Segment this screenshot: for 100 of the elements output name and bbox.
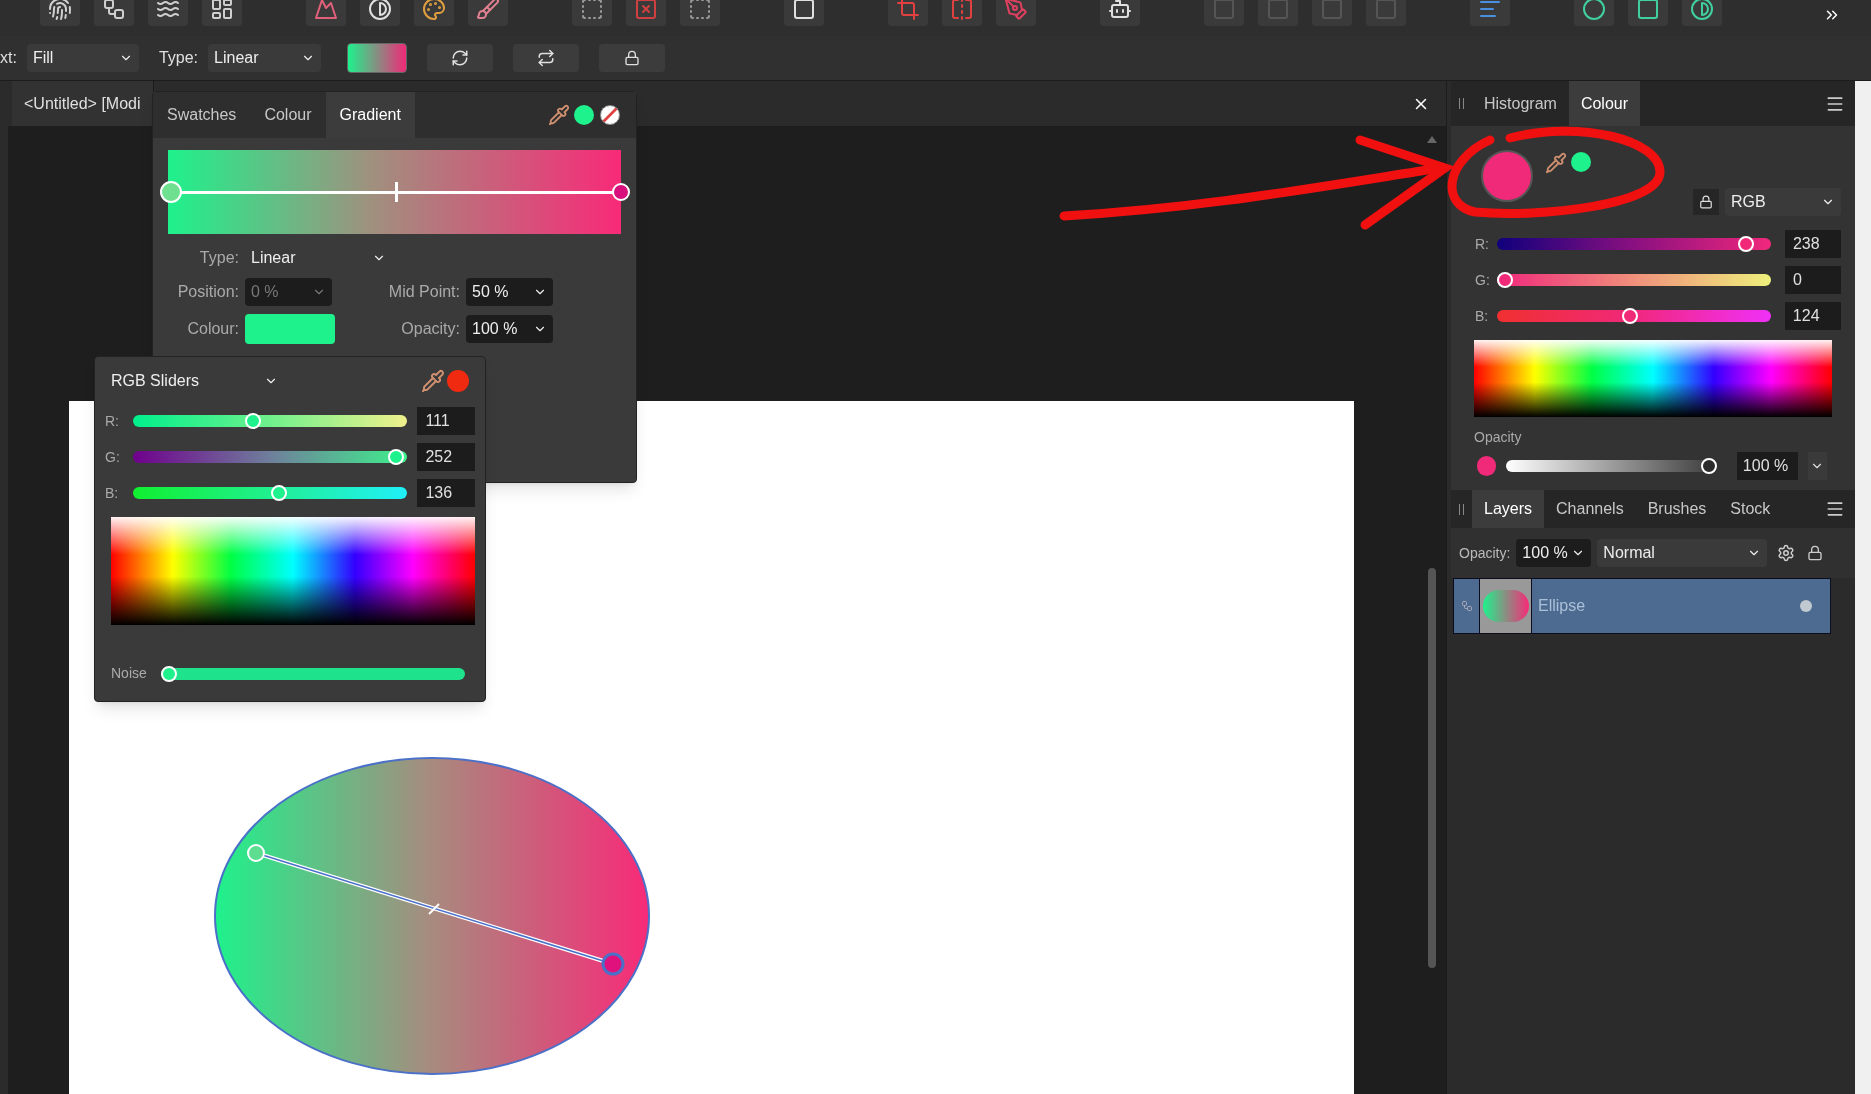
type-dropdown[interactable]: Linear bbox=[208, 44, 322, 72]
flip-icon bbox=[950, 0, 974, 21]
toolbar-button[interactable] bbox=[1682, 0, 1722, 26]
scroll-up-icon[interactable] bbox=[1427, 136, 1437, 143]
gradient-stop[interactable] bbox=[612, 183, 630, 201]
gradient-stop[interactable] bbox=[160, 181, 182, 203]
blend-mode-dropdown[interactable]: Normal bbox=[1597, 539, 1768, 567]
slider-thumb[interactable] bbox=[1622, 308, 1639, 324]
lock-button[interactable] bbox=[1693, 189, 1719, 215]
square-x-icon bbox=[634, 0, 658, 21]
toolbar-button[interactable] bbox=[468, 0, 508, 26]
panel-tab[interactable]: Gradient bbox=[325, 92, 415, 138]
channel-label: G: bbox=[105, 447, 121, 467]
toolbar-button[interactable] bbox=[360, 0, 400, 26]
colour-model-dropdown[interactable]: RGB bbox=[1725, 188, 1841, 216]
lock-icon bbox=[1699, 195, 1713, 209]
toolbar-button[interactable] bbox=[414, 0, 454, 26]
channel-value-field[interactable]: 136 bbox=[417, 479, 475, 507]
no-colour-icon[interactable] bbox=[600, 105, 620, 125]
toolbar-button[interactable] bbox=[148, 0, 188, 26]
pen-icon bbox=[1004, 0, 1028, 21]
primary-colour-swatch[interactable] bbox=[1481, 150, 1533, 202]
colour-spectrum[interactable] bbox=[111, 517, 475, 625]
rotate-icon bbox=[451, 49, 470, 67]
fill-dropdown[interactable]: Fill bbox=[26, 44, 139, 72]
eyedropper-icon[interactable] bbox=[1545, 152, 1567, 174]
toolbar-button[interactable] bbox=[1100, 0, 1140, 26]
panel-tab[interactable]: Stock bbox=[1718, 490, 1783, 528]
slider-thumb[interactable] bbox=[1700, 458, 1717, 474]
colour-spectrum[interactable] bbox=[1474, 340, 1832, 417]
colour-swatch[interactable] bbox=[245, 314, 335, 344]
midpoint-marker[interactable] bbox=[394, 182, 398, 202]
lock-icon bbox=[624, 50, 641, 66]
opacity-dropdown-button[interactable] bbox=[1807, 452, 1827, 480]
channel-value-field[interactable]: 124 bbox=[1784, 302, 1841, 330]
eyedropper-icon[interactable] bbox=[421, 369, 445, 393]
lock-icon[interactable] bbox=[1807, 545, 1824, 561]
toolbar-button[interactable] bbox=[572, 0, 612, 26]
noise-label: Noise bbox=[111, 664, 147, 683]
channel-value-field[interactable]: 111 bbox=[417, 407, 475, 435]
toolbar-button[interactable] bbox=[1574, 0, 1614, 26]
slider[interactable] bbox=[1506, 457, 1717, 475]
midpoint-label: Mid Point: bbox=[387, 282, 460, 302]
panel-grip-icon[interactable] bbox=[1459, 98, 1464, 109]
opacity-dropdown[interactable]: 100 % bbox=[466, 315, 553, 343]
layout-icon bbox=[210, 0, 234, 21]
panel-tab[interactable]: Channels bbox=[1544, 490, 1636, 528]
panel-tab[interactable]: Colour bbox=[250, 92, 326, 138]
slider[interactable] bbox=[160, 664, 465, 683]
toolbar-button[interactable] bbox=[427, 44, 494, 72]
slider-thumb[interactable] bbox=[1497, 272, 1513, 288]
toolbar-button[interactable] bbox=[599, 44, 666, 72]
channel-value-field[interactable]: 238 bbox=[1784, 230, 1841, 258]
toolbar-button[interactable] bbox=[1628, 0, 1668, 26]
brush-icon bbox=[476, 0, 500, 21]
gradient-swatch-button[interactable] bbox=[347, 43, 408, 73]
opacity-value-field[interactable]: 100 % bbox=[1736, 452, 1798, 480]
panel-grip-icon[interactable] bbox=[1459, 503, 1464, 515]
panel-tab[interactable]: Colour bbox=[1568, 81, 1641, 126]
channel-value-field[interactable]: 252 bbox=[417, 443, 475, 471]
slider-thumb[interactable] bbox=[270, 485, 287, 501]
toolbar-button[interactable] bbox=[94, 0, 134, 26]
toolbar-button[interactable] bbox=[784, 0, 824, 26]
slider[interactable] bbox=[1497, 235, 1771, 253]
panel-tab[interactable]: Brushes bbox=[1635, 490, 1719, 528]
slider-thumb[interactable] bbox=[160, 665, 177, 682]
ellipse-thumbnail-icon bbox=[1482, 590, 1529, 622]
toolbar-button[interactable] bbox=[680, 0, 720, 26]
scrollbar-thumb[interactable] bbox=[1428, 568, 1436, 968]
fingerprint-icon bbox=[48, 0, 72, 21]
secondary-colour-swatch[interactable] bbox=[1571, 152, 1591, 172]
opacity-dropdown[interactable]: 100 % bbox=[1516, 539, 1592, 567]
slider[interactable] bbox=[1496, 307, 1771, 325]
slider[interactable] bbox=[1497, 271, 1771, 289]
slider[interactable] bbox=[132, 484, 408, 502]
menu-icon[interactable] bbox=[1825, 499, 1845, 519]
type-label: Type: bbox=[158, 48, 199, 68]
position-label: Position: bbox=[176, 282, 239, 302]
channel-label: G: bbox=[1475, 270, 1489, 290]
gradient-handle-drawing[interactable] bbox=[247, 844, 625, 976]
slider-thumb[interactable] bbox=[245, 413, 262, 429]
slider[interactable] bbox=[132, 412, 408, 430]
dashed-square-icon bbox=[580, 0, 604, 21]
midpoint-dropdown[interactable]: 50 % bbox=[466, 278, 553, 306]
document-tab[interactable]: <Untitled> [Modi bbox=[12, 81, 154, 126]
slider-thumb[interactable] bbox=[1737, 236, 1754, 252]
channel-value-field[interactable]: 0 bbox=[1784, 266, 1841, 294]
toolbar-button[interactable] bbox=[513, 44, 580, 72]
panel-tab[interactable]: Swatches bbox=[153, 92, 251, 138]
colour-label: Colour: bbox=[186, 319, 239, 339]
panel-tab[interactable]: Layers bbox=[1472, 490, 1545, 528]
channel-label: B: bbox=[105, 483, 120, 503]
settings-icon[interactable] bbox=[1777, 544, 1796, 562]
slider[interactable] bbox=[132, 448, 408, 466]
slider-thumb[interactable] bbox=[388, 449, 405, 465]
panel-tab[interactable]: Histogram bbox=[1472, 81, 1569, 126]
toolbar-button[interactable] bbox=[40, 0, 80, 26]
gradient-ellipse[interactable] bbox=[214, 757, 650, 1075]
eyedropper-icon[interactable] bbox=[548, 104, 570, 126]
toolbar-button[interactable] bbox=[202, 0, 242, 26]
